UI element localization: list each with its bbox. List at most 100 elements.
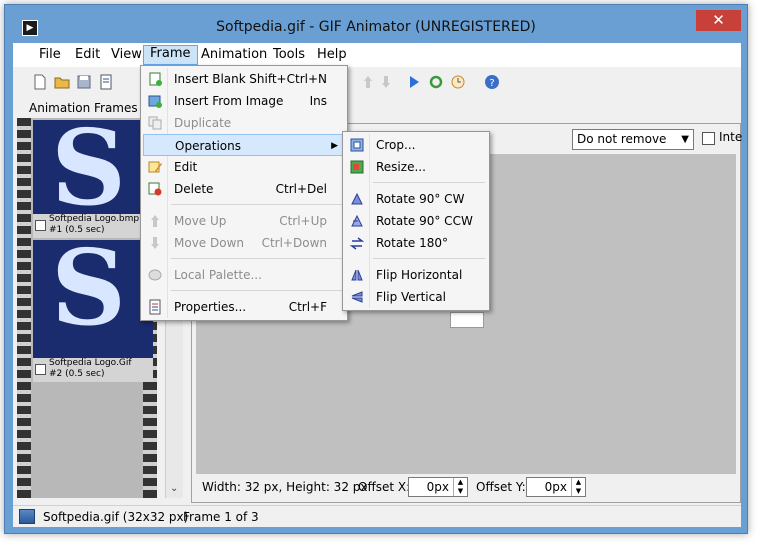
menu-move-up[interactable]: Move Up Ctrl+Up: [143, 210, 345, 232]
frame-1-name: Softpedia Logo.bmp: [49, 214, 140, 224]
canvas-image[interactable]: [450, 312, 484, 328]
menu-separator: [171, 290, 343, 291]
menu-label: Flip Vertical: [376, 290, 446, 304]
loop-icon[interactable]: [427, 73, 445, 91]
menu-flip-vertical[interactable]: Flip Vertical: [345, 286, 487, 308]
duplicate-icon: [148, 116, 162, 130]
frame-caption-2: Softpedia Logo.Gif #2 (0.5 sec): [33, 358, 153, 382]
play-icon[interactable]: [405, 73, 423, 91]
new-file-icon[interactable]: [31, 73, 49, 91]
open-folder-icon[interactable]: [53, 73, 71, 91]
menu-flip-horizontal[interactable]: Flip Horizontal: [345, 264, 487, 286]
menu-frame[interactable]: Frame: [143, 45, 198, 65]
operations-submenu: Crop... Resize... Rotate 90° CW Rotate 9…: [342, 131, 490, 311]
menu-label: Duplicate: [174, 116, 232, 130]
frame-2-checkbox[interactable]: [35, 364, 46, 375]
menu-move-down[interactable]: Move Down Ctrl+Down: [143, 232, 345, 254]
menu-rotate-cw[interactable]: Rotate 90° CW: [345, 188, 487, 210]
menu-delete[interactable]: Delete Ctrl+Del: [143, 178, 345, 200]
offset-y-value: 0px: [544, 480, 567, 494]
menu-rotate-ccw[interactable]: Rotate 90° CCW: [345, 210, 487, 232]
image-file-icon: [19, 509, 35, 524]
submenu-arrow-icon: ▶: [331, 141, 338, 151]
offset-x-label: Offset X:: [358, 480, 411, 494]
menu-label: Insert Blank: [174, 72, 246, 86]
flip-vertical-icon: [351, 291, 363, 303]
disposal-select-value: Do not remove: [577, 132, 667, 146]
menu-shortcut: Ctrl+Del: [275, 182, 327, 196]
timer-icon[interactable]: [449, 73, 467, 91]
offset-y-input[interactable]: 0px ▲ ▼: [526, 477, 586, 497]
crop-icon: [350, 138, 364, 152]
menu-insert-from-image[interactable]: Insert From Image Ins: [143, 90, 345, 112]
delete-icon: [148, 182, 162, 196]
offset-y-spinner-icon[interactable]: ▲ ▼: [571, 478, 585, 496]
svg-text:?: ?: [489, 78, 494, 89]
properties-icon: [149, 299, 161, 315]
disposal-select[interactable]: Do not remove ▼: [572, 129, 694, 150]
menu-separator: [171, 204, 343, 205]
menu-operations[interactable]: Operations ▶: [143, 134, 345, 156]
frame-thumbnail-1[interactable]: S: [33, 120, 153, 214]
properties-tool-icon[interactable]: [97, 73, 115, 91]
insert-blank-icon: [149, 72, 162, 86]
menu-bar: File Edit View Frame Animation Tools Hel…: [13, 43, 741, 67]
title-bar[interactable]: ▶ Softpedia.gif - GIF Animator (UNREGIST…: [5, 5, 747, 44]
offset-y-label: Offset Y:: [476, 480, 526, 494]
menu-rotate-180[interactable]: Rotate 180°: [345, 232, 487, 254]
menu-duplicate[interactable]: Duplicate: [143, 112, 345, 134]
menu-label: Operations: [175, 139, 241, 153]
menu-label: Edit: [174, 160, 198, 174]
move-down-tool-icon[interactable]: [377, 73, 395, 91]
menu-shortcut: Ctrl+Up: [279, 214, 327, 228]
rotate-cw-icon: [351, 192, 363, 205]
menu-separator: [373, 258, 485, 259]
menu-view[interactable]: View: [105, 46, 148, 66]
menu-file[interactable]: File: [33, 46, 67, 66]
menu-label: Rotate 90° CCW: [376, 214, 473, 228]
help-icon[interactable]: ?: [483, 73, 501, 91]
frame-letter: S: [51, 240, 127, 349]
interlaced-label: Inte: [719, 130, 743, 144]
interlaced-checkbox[interactable]: [702, 132, 715, 145]
frame-filmstrip: S Softpedia Logo.bmp #1 (0.5 sec) S Soft…: [17, 118, 157, 498]
menu-tools[interactable]: Tools: [267, 46, 311, 66]
rotate-180-icon: [349, 237, 365, 250]
menu-label: Properties...: [174, 300, 247, 314]
menu-edit-frame[interactable]: Edit: [143, 156, 345, 178]
frame-letter: S: [51, 120, 127, 214]
move-up-icon: [151, 215, 159, 227]
toolbar: ?: [13, 67, 741, 97]
menu-help[interactable]: Help: [311, 46, 353, 66]
insert-image-icon: [148, 95, 162, 108]
menu-shortcut: Ctrl+Down: [261, 236, 327, 250]
resize-icon: [350, 160, 364, 174]
frame-1-checkbox[interactable]: [35, 220, 46, 231]
offset-x-spinner-icon[interactable]: ▲ ▼: [453, 478, 467, 496]
menu-separator: [373, 182, 485, 183]
rotate-ccw-icon: [351, 214, 363, 227]
menu-insert-blank[interactable]: Insert Blank Shift+Ctrl+N: [143, 68, 345, 90]
move-down-icon: [151, 237, 159, 249]
frame-2-name: Softpedia Logo.Gif: [49, 358, 132, 368]
chevron-down-icon: ▼: [681, 134, 689, 145]
menu-label: Flip Horizontal: [376, 268, 463, 282]
save-icon[interactable]: [75, 73, 93, 91]
offset-x-input[interactable]: 0px ▲ ▼: [408, 477, 468, 497]
close-button[interactable]: ✕: [696, 10, 741, 31]
scroll-down-icon[interactable]: ⌄: [170, 483, 178, 494]
menu-label: Delete: [174, 182, 214, 196]
frame-thumbnail-2[interactable]: S: [33, 240, 153, 358]
menu-separator: [171, 258, 343, 259]
frame-2-info: #2 (0.5 sec): [49, 369, 105, 379]
menu-resize[interactable]: Resize...: [345, 156, 487, 178]
menu-label: Crop...: [376, 138, 416, 152]
frame-properties-bar: Width: 32 px, Height: 32 px Offset X: 0p…: [196, 475, 736, 499]
frame-size-text: Width: 32 px, Height: 32 px: [202, 480, 368, 494]
move-up-tool-icon[interactable]: [359, 73, 377, 91]
menu-animation[interactable]: Animation: [195, 46, 273, 66]
menu-edit[interactable]: Edit: [69, 46, 106, 66]
menu-properties[interactable]: Properties... Ctrl+F: [143, 296, 345, 318]
menu-local-palette[interactable]: Local Palette...: [143, 264, 345, 286]
menu-crop[interactable]: Crop...: [345, 134, 487, 156]
